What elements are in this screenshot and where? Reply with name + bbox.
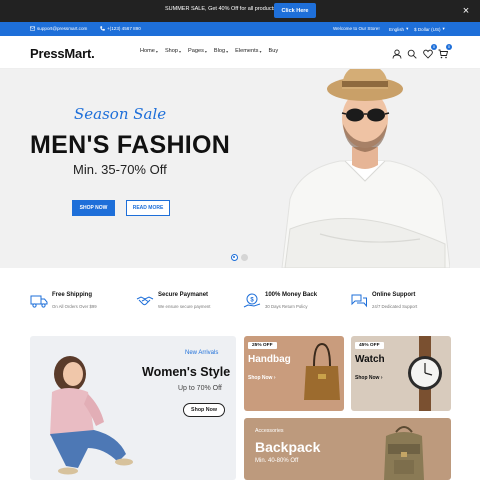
- woman-model-image: [50, 356, 133, 475]
- handbag-off-tag: 25% OFF: [248, 342, 277, 349]
- women-style-banner[interactable]: New Arrivals Women's Style Up to 70% Off…: [30, 336, 236, 480]
- watch-title: Watch: [355, 354, 385, 365]
- heart-icon[interactable]: 0: [423, 44, 437, 59]
- watch-shop-link[interactable]: Shop Now ›: [355, 375, 383, 381]
- hero-model-image: [281, 69, 450, 268]
- svg-text:$: $: [250, 297, 254, 303]
- phone-info[interactable]: +(123) 4567 890: [100, 26, 141, 31]
- handbag-title: Handbag: [248, 354, 291, 365]
- site-logo[interactable]: PressMart.: [30, 46, 95, 61]
- hero-slider: Season Sale MEN'S FASHION Min. 35-70% Of…: [0, 69, 480, 268]
- search-icon[interactable]: [407, 46, 419, 59]
- backpack-discount: Min. 40-80% Off: [255, 458, 299, 464]
- women-discount: Up to 70% Off: [178, 385, 222, 392]
- slider-dot-2[interactable]: [241, 254, 248, 261]
- handbag-shop-link[interactable]: Shop Now ›: [248, 375, 276, 381]
- wishlist-count-badge: 0: [431, 44, 437, 50]
- chevron-down-icon: ▾: [155, 48, 158, 54]
- info-bar: support@pressmart.com +(123) 4567 890 We…: [0, 22, 480, 36]
- site-header: PressMart. Home ▾ Shop ▾ Pages ▾ Blog ▾ Elem…: [0, 36, 480, 69]
- truck-icon: [30, 295, 48, 308]
- email-text: support@pressmart.com: [37, 26, 88, 31]
- money-back-icon: $: [243, 293, 261, 308]
- feature-title: 100% Money Back: [265, 292, 318, 298]
- feature-subtitle: We ensure secure payment: [158, 304, 211, 309]
- handbag-banner[interactable]: 25% OFF Handbag Shop Now ›: [244, 336, 344, 411]
- close-icon[interactable]: ×: [460, 4, 472, 18]
- mail-icon: [30, 26, 35, 31]
- nav-label: Home: [140, 48, 155, 54]
- feature-title: Secure Paymanet: [158, 292, 209, 298]
- hero-subtitle: Season Sale: [74, 105, 167, 123]
- nav-item-buy[interactable]: Buy: [268, 48, 278, 54]
- chevron-down-icon: ▾: [226, 48, 229, 54]
- main-nav: Home ▾ Shop ▾ Pages ▾ Blog ▾ Elements ▾ Buy: [140, 48, 278, 54]
- currency-value: $ Dollar (US): [414, 26, 441, 32]
- chevron-down-icon: ▾: [406, 26, 409, 31]
- handshake-icon: [136, 296, 154, 306]
- cart-count-badge: 0: [446, 44, 452, 50]
- handbag-image: [304, 342, 340, 400]
- language-select[interactable]: English ▾: [389, 26, 408, 32]
- women-style-title: Women's Style: [142, 365, 231, 379]
- hero-discount: Min. 35-70% Off: [73, 162, 167, 177]
- feature-title: Free Shipping: [52, 292, 93, 298]
- chevron-down-icon: ▾: [259, 48, 262, 54]
- backpack-title: Backpack: [255, 439, 321, 455]
- cart-icon[interactable]: 0: [438, 44, 452, 59]
- chevron-down-icon: ▾: [179, 48, 182, 54]
- user-icon[interactable]: [392, 46, 404, 59]
- read-more-button[interactable]: READ MORE: [126, 200, 170, 216]
- chevron-down-icon: ▾: [204, 48, 207, 54]
- feature-subtitle: 30 Days Return Policy: [265, 304, 308, 309]
- chevron-down-icon: ▾: [442, 26, 445, 31]
- slider-dots: [231, 254, 248, 261]
- new-arrivals-label: New Arrivals: [185, 350, 219, 356]
- feature-subtitle: On All Orders Over $99: [52, 304, 97, 309]
- feature-subtitle: 24/7 Dedicated Support: [372, 304, 418, 309]
- nav-label: Elements: [235, 48, 259, 54]
- email-info[interactable]: support@pressmart.com: [30, 26, 87, 31]
- nav-label: Buy: [268, 48, 279, 54]
- nav-item-blog[interactable]: Blog ▾: [214, 48, 228, 54]
- chat-icon: [351, 294, 367, 308]
- nav-item-shop[interactable]: Shop ▾: [165, 48, 181, 54]
- shop-now-button[interactable]: SHOP NOW: [72, 200, 115, 216]
- nav-label: Blog: [213, 48, 226, 54]
- nav-item-pages[interactable]: Pages ▾: [188, 48, 207, 54]
- nav-item-home[interactable]: Home ▾: [140, 48, 158, 54]
- hero-title: MEN'S FASHION: [30, 131, 231, 159]
- backpack-banner[interactable]: Accessories Backpack Min. 40-80% Off: [244, 418, 451, 480]
- nav-label: Shop: [164, 48, 179, 54]
- language-value: English: [389, 26, 405, 32]
- promo-text: SUMMER SALE, Get 40% Off for all product…: [165, 6, 278, 12]
- women-shop-now-button[interactable]: Shop Now: [183, 403, 225, 417]
- watch-off-tag: 45% OFF: [355, 342, 384, 349]
- feature-title: Online Support: [372, 292, 416, 298]
- watch-image: [408, 336, 442, 411]
- welcome-text: Welcome to Our Store!: [333, 26, 380, 31]
- watch-banner[interactable]: 45% OFF Watch Shop Now ›: [351, 336, 451, 411]
- backpack-category-label: Accessories: [255, 428, 284, 434]
- phone-text: +(123) 4567 890: [107, 26, 141, 31]
- phone-icon: [100, 26, 105, 31]
- slider-dot-1[interactable]: [231, 254, 238, 261]
- nav-label: Pages: [188, 48, 204, 54]
- currency-select[interactable]: $ Dollar (US) ▾: [414, 26, 445, 32]
- backpack-image: [384, 426, 424, 480]
- promo-click-here-button[interactable]: Click Here: [274, 3, 316, 18]
- promo-bar: SUMMER SALE, Get 40% Off for all product…: [0, 0, 480, 22]
- nav-item-elements[interactable]: Elements ▾: [235, 48, 261, 54]
